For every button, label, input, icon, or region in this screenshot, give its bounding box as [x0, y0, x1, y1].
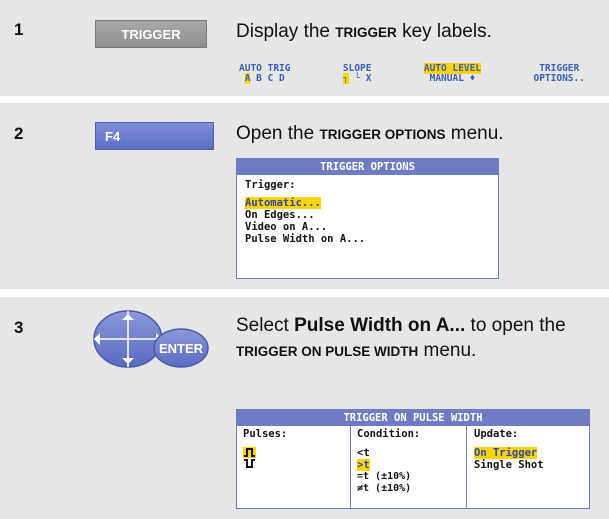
menu-item-video[interactable]: Video on A... [245, 221, 490, 233]
step-instruction: Display the TRIGGER key labels. [236, 19, 492, 45]
update-selected: On Trigger [474, 447, 538, 459]
step-1: 1 TRIGGER Display the TRIGGER key labels… [0, 0, 609, 96]
menu-title: TRIGGER ON PULSE WIDTH [237, 410, 589, 426]
enter-key-label: ENTER [159, 341, 204, 356]
trigger-options-menu: TRIGGER OPTIONS Trigger: Automatic... On… [236, 158, 499, 279]
instr-text: key labels. [396, 21, 492, 42]
menu-item-label: Automatic... [245, 197, 321, 209]
trigger-key[interactable]: TRIGGER [95, 20, 207, 48]
condition-less-than[interactable]: <t [357, 447, 462, 459]
negative-pulse-icon[interactable] [243, 458, 256, 469]
softkey-auto-level[interactable]: AUTO LEVEL MANUAL ♦ [421, 63, 484, 86]
condition-greater-than[interactable]: >t [357, 459, 462, 471]
trigger-on-pulse-width-menu: TRIGGER ON PULSE WIDTH Pulses: Condition… [236, 409, 590, 509]
condition-header: Condition: [357, 428, 421, 440]
step-2: 2 F4 Open the TRIGGER OPTIONS menu. TRIG… [0, 103, 609, 289]
pulses-column: Pulses: [243, 426, 348, 508]
instr-keyword: TRIGGER [335, 25, 397, 40]
instr-text: Display the [236, 21, 336, 42]
step-instruction: Open the TRIGGER OPTIONS menu. [236, 121, 504, 147]
softkey-auto-trig[interactable]: AUTO TRIG A B C D [236, 64, 293, 86]
condition-equal[interactable]: =t (±10%) [357, 471, 462, 483]
navigation-enter-keys[interactable]: ENTER [86, 309, 210, 371]
softkey-line2: MANUAL ♦ [429, 73, 476, 84]
update-on-trigger[interactable]: On Trigger [474, 447, 586, 459]
step-number: 1 [14, 20, 24, 39]
softkey-line2: B C D [250, 73, 285, 84]
pulses-header: Pulses: [243, 428, 288, 440]
condition-selected: >t [357, 459, 370, 471]
positive-pulse-icon[interactable] [243, 447, 256, 458]
instr-text: Select [236, 315, 295, 336]
step-number: 3 [14, 318, 24, 337]
instr-keyword: TRIGGER OPTIONS [319, 127, 446, 142]
instr-menu-item: Pulse Width on A... [294, 315, 466, 336]
condition-column: Condition: <t >t =t (±10%) ≠t (±10%) [357, 426, 462, 508]
f4-key[interactable]: F4 [95, 122, 214, 150]
softkey-trigger-options[interactable]: TRIGGER OPTIONS.. [530, 64, 587, 86]
update-single-shot[interactable]: Single Shot [474, 459, 586, 471]
update-column: Update: On Trigger Single Shot [474, 426, 586, 508]
menu-label: Trigger: [245, 179, 296, 191]
instr-keyword: TRIGGER ON PULSE WIDTH [236, 344, 419, 359]
menu-item-on-edges[interactable]: On Edges... [245, 209, 490, 221]
instr-text: menu. [445, 123, 504, 144]
instr-text: Open the [236, 123, 320, 144]
softkey-line2: └ X [348, 73, 372, 84]
step-number: 2 [14, 124, 24, 143]
instr-text: to open the [465, 315, 566, 336]
menu-item-pulse-width[interactable]: Pulse Width on A... [245, 233, 490, 245]
softkey-line2: OPTIONS.. [533, 73, 585, 84]
step-instruction: Select Pulse Width on A... to open the T… [236, 313, 586, 364]
condition-not-equal[interactable]: ≠t (±10%) [357, 483, 462, 495]
update-header: Update: [474, 428, 519, 440]
step-3: 3 ENTER Select Pulse Width on A... to op… [0, 297, 609, 519]
menu-item-automatic[interactable]: Automatic... [245, 197, 490, 209]
softkey-labels: AUTO TRIG A B C D SLOPE ┐ └ X AUTO LEVEL… [236, 63, 588, 86]
instr-text: menu. [418, 340, 477, 361]
menu-title: TRIGGER OPTIONS [237, 159, 498, 175]
softkey-slope[interactable]: SLOPE ┐ └ X [340, 64, 375, 86]
